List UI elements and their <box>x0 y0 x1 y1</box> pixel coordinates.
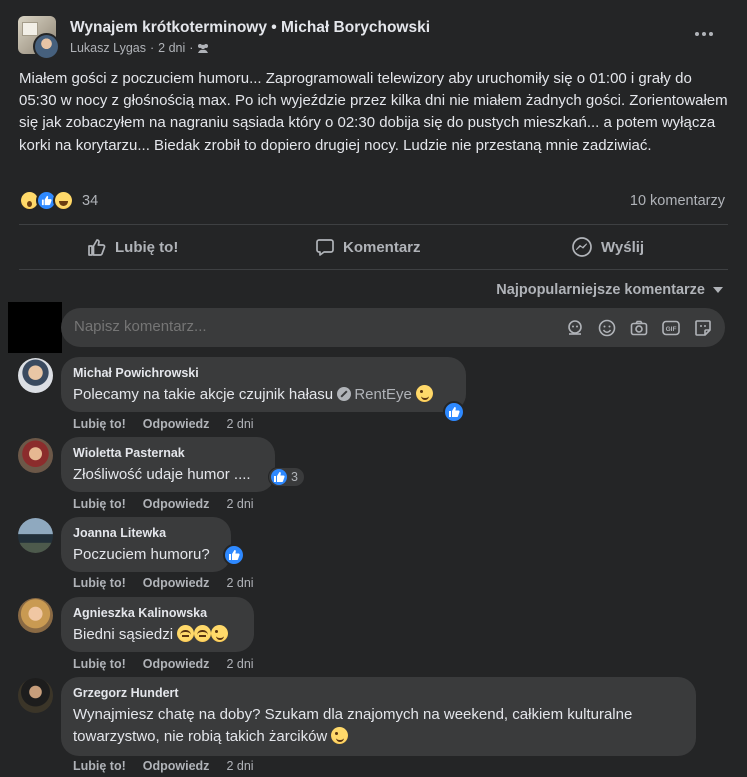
comment-text: Polecamy na takie akcje czujnik hałasu R… <box>73 384 454 406</box>
comment-reply-button[interactable]: Odpowiedz <box>143 417 210 431</box>
caret-down-icon <box>713 287 723 293</box>
comment-time[interactable]: 2 dni <box>226 497 253 511</box>
comment-text: Poczuciem humoru? <box>73 546 210 563</box>
comment-input[interactable] <box>74 318 554 335</box>
tag-label: RentEye <box>354 386 412 403</box>
commenter-avatar[interactable] <box>18 598 53 633</box>
grimace-emoji <box>194 625 212 642</box>
reactions-summary[interactable]: 34 <box>19 190 98 211</box>
comment-reply-button[interactable]: Odpowiedz <box>143 576 210 590</box>
post-text: Miałem gości z poczuciem humoru... Zapro… <box>19 70 728 154</box>
comment-button[interactable]: Komentarz <box>315 233 421 261</box>
commenter-name[interactable]: Grzegorz Hundert <box>73 685 684 701</box>
comment-time[interactable]: 2 dni <box>226 759 253 773</box>
comment-actions: Lubię to! Odpowiedz 2 dni <box>73 759 254 773</box>
comment-like-badge[interactable] <box>443 401 465 423</box>
comment-reply-button[interactable]: Odpowiedz <box>143 497 210 511</box>
reaction-count[interactable]: 34 <box>82 193 98 209</box>
audience-group-icon <box>198 44 209 53</box>
comment-bubble: Agnieszka Kalinowska Biedni sąsiedzi <box>61 597 254 652</box>
comment-time[interactable]: 2 dni <box>226 657 253 671</box>
send-button[interactable]: Wyślij <box>571 233 644 261</box>
camera-icon[interactable] <box>629 318 649 338</box>
commenter-avatar[interactable] <box>18 438 53 473</box>
author-avatar[interactable] <box>33 33 60 60</box>
comment-bubble: Joanna Litewka Poczuciem humoru? <box>61 517 231 572</box>
comment-icon <box>316 239 334 256</box>
comment-bubble: Grzegorz Hundert Wynajmiesz chatę na dob… <box>61 677 696 756</box>
divider <box>19 224 728 225</box>
sticker-icon[interactable] <box>693 318 713 338</box>
comment-actions: Lubię to! Odpowiedz 2 dni <box>73 497 254 511</box>
comment-text-content: Wynajmiesz chatę na doby? Szukam dla zna… <box>73 706 633 745</box>
comment-bubble: Michał Powichrowski Polecamy na takie ak… <box>61 357 466 412</box>
comment-reply-button[interactable]: Odpowiedz <box>143 759 210 773</box>
post-time[interactable]: 2 dni <box>158 41 185 55</box>
avatar-sticker-icon[interactable] <box>565 318 585 338</box>
gif-icon[interactable]: GIF <box>661 318 681 338</box>
comment-like-button[interactable]: Lubię to! <box>73 417 126 431</box>
more-options-icon[interactable] <box>692 25 716 43</box>
author-name[interactable]: Lukasz Lygas <box>70 41 146 55</box>
grimace-emoji <box>177 625 195 642</box>
comment-text: Złośliwość udaje humor .... <box>73 466 251 483</box>
wink-emoji <box>416 385 434 402</box>
comment-text: Wynajmiesz chatę na doby? Szukam dla zna… <box>73 704 684 748</box>
post-meta: Lukasz Lygas · 2 dni · <box>70 41 209 55</box>
comment-sort-dropdown[interactable]: Najpopularniejsze komentarze <box>496 282 723 298</box>
comment-count[interactable]: 10 komentarzy <box>630 193 725 209</box>
wink-emoji <box>211 625 229 642</box>
commenter-avatar[interactable] <box>18 358 53 393</box>
comment-actions: Lubię to! Odpowiedz 2 dni <box>73 657 254 671</box>
post-card: Wynajem krótkoterminowy • Michał Borycho… <box>0 0 747 777</box>
like-icon <box>88 239 106 256</box>
page-tag-icon <box>337 387 352 401</box>
like-label: Lubię to! <box>115 238 179 256</box>
comment-reply-button[interactable]: Odpowiedz <box>143 657 210 671</box>
comment-like-button[interactable]: Lubię to! <box>73 576 126 590</box>
comment-like-count[interactable]: 3 <box>268 467 305 487</box>
comment-like-button[interactable]: Lubię to! <box>73 497 126 511</box>
comment-like-badge[interactable] <box>223 544 245 566</box>
comment-composer[interactable]: GIF <box>61 308 725 347</box>
commenter-name[interactable]: Michał Powichrowski <box>73 365 454 381</box>
like-button[interactable]: Lubię to! <box>87 233 178 261</box>
svg-text:GIF: GIF <box>666 326 677 333</box>
meta-separator: · <box>149 41 155 55</box>
comment-text: Biedni sąsiedzi <box>73 624 242 646</box>
comment-bubble: Wioletta Pasternak Złośliwość udaje humo… <box>61 437 275 492</box>
send-label: Wyślij <box>601 238 645 256</box>
messenger-icon <box>572 237 592 257</box>
commenter-avatar[interactable] <box>18 678 53 713</box>
like-icon <box>271 469 287 485</box>
comment-like-button[interactable]: Lubię to! <box>73 657 126 671</box>
commenter-name[interactable]: Joanna Litewka <box>73 525 219 541</box>
comment-text-content: Polecamy na takie akcje czujnik hałasu <box>73 386 334 403</box>
commenter-name[interactable]: Agnieszka Kalinowska <box>73 605 242 621</box>
sort-label: Najpopularniejsze komentarze <box>496 282 705 298</box>
emoji-icon[interactable] <box>597 318 617 338</box>
comment-actions: Lubię to! Odpowiedz 2 dni <box>73 576 254 590</box>
comment-text-content: Biedni sąsiedzi <box>73 626 174 643</box>
comment-like-button[interactable]: Lubię to! <box>73 759 126 773</box>
comment-actions: Lubię to! Odpowiedz 2 dni <box>73 417 254 431</box>
divider <box>19 269 728 270</box>
comment-label: Komentarz <box>343 238 421 256</box>
comment-time[interactable]: 2 dni <box>226 417 253 431</box>
comment-time[interactable]: 2 dni <box>226 576 253 590</box>
rent-eye-tag[interactable]: RentEye <box>337 386 412 403</box>
haha-reaction-icon <box>53 190 74 211</box>
meta-separator: · <box>189 41 194 55</box>
group-title[interactable]: Wynajem krótkoterminowy • Michał Borycho… <box>70 19 430 37</box>
commenter-name[interactable]: Wioletta Pasternak <box>73 445 263 461</box>
current-user-avatar <box>8 302 62 353</box>
like-count: 3 <box>291 470 298 484</box>
commenter-avatar[interactable] <box>18 518 53 553</box>
wink-emoji <box>331 727 349 744</box>
